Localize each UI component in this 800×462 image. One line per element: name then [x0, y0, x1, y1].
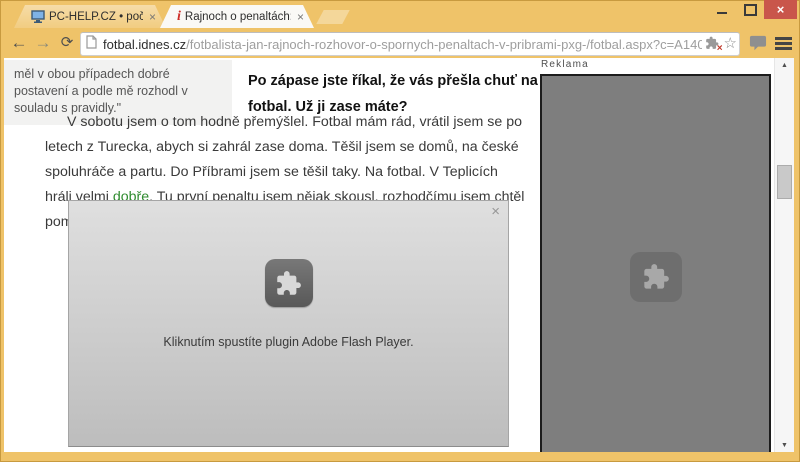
scroll-down-icon[interactable]: ▼	[775, 438, 794, 452]
omnibox-icons: × ☆	[702, 33, 737, 55]
close-window-button[interactable]: ×	[764, 0, 797, 19]
url-text: fotbal.idnes.cz/fotbalista-jan-rajnoch-r…	[103, 37, 734, 52]
blocked-x-mark: ×	[717, 43, 723, 54]
scroll-up-icon[interactable]: ▲	[775, 58, 794, 72]
page-viewport: měl v obou případech dobré postavení a p…	[4, 58, 794, 452]
url-path: /fotbalista-jan-rajnoch-rozhovor-o-sporn…	[186, 37, 734, 52]
back-button[interactable]: ←	[8, 31, 30, 55]
minimize-icon	[717, 12, 727, 14]
tab-close-icon[interactable]: ×	[147, 10, 158, 24]
extension-bubble-icon[interactable]	[749, 35, 767, 57]
vertical-scrollbar[interactable]: ▲ ▼	[774, 58, 794, 452]
new-tab-button[interactable]	[316, 10, 349, 24]
minimize-button[interactable]	[708, 0, 736, 19]
address-bar[interactable]: fotbal.idnes.cz/fotbalista-jan-rajnoch-r…	[80, 32, 740, 56]
url-domain: fotbal.idnes.cz	[103, 37, 186, 52]
tab-title: Rajnoch o penaltách: Poku	[185, 11, 291, 23]
scrollbar-thumb[interactable]	[777, 165, 792, 199]
monitor-favicon-icon	[31, 10, 45, 23]
forward-button[interactable]: →	[32, 31, 54, 55]
maximize-button[interactable]	[736, 0, 764, 19]
plugin-blocked-icon[interactable]: ×	[705, 36, 721, 52]
flash-plugin-placeholder[interactable]: × Kliknutím spustíte plugin Adobe Flash …	[68, 200, 509, 447]
reload-button[interactable]: ⟳	[56, 31, 78, 55]
tab-strip: PC-HELP.CZ • počítačové × i Rajnoch o pe…	[0, 0, 800, 28]
flash-close-icon[interactable]: ×	[491, 203, 500, 220]
maximize-icon	[744, 4, 757, 16]
puzzle-piece-icon	[275, 270, 302, 297]
tab-close-icon[interactable]: ×	[295, 10, 306, 24]
idnes-favicon-icon: i	[177, 10, 181, 24]
menu-hamburger-icon[interactable]	[775, 37, 792, 50]
bookmark-star-icon[interactable]: ☆	[724, 36, 737, 52]
tab-rajnoch-active[interactable]: i Rajnoch o penaltách: Poku ×	[160, 5, 314, 28]
flash-puzzle-button[interactable]	[265, 259, 313, 307]
ad-puzzle-button[interactable]	[630, 252, 682, 302]
page-icon	[86, 35, 97, 54]
flash-placeholder-label: Kliknutím spustíte plugin Adobe Flash Pl…	[69, 335, 508, 349]
ad-label: Reklama	[541, 59, 589, 70]
tab-title: PC-HELP.CZ • počítačové	[49, 11, 143, 23]
ad-placeholder-box[interactable]	[540, 74, 771, 452]
window-controls: ×	[708, 0, 797, 20]
tab-pchelp[interactable]: PC-HELP.CZ • počítačové ×	[14, 5, 166, 28]
browser-window: PC-HELP.CZ • počítačové × i Rajnoch o pe…	[0, 0, 800, 462]
puzzle-piece-icon	[642, 263, 670, 291]
browser-toolbar: ← → ⟳ fotbal.idnes.cz/fotbalista-jan-raj…	[0, 28, 800, 58]
